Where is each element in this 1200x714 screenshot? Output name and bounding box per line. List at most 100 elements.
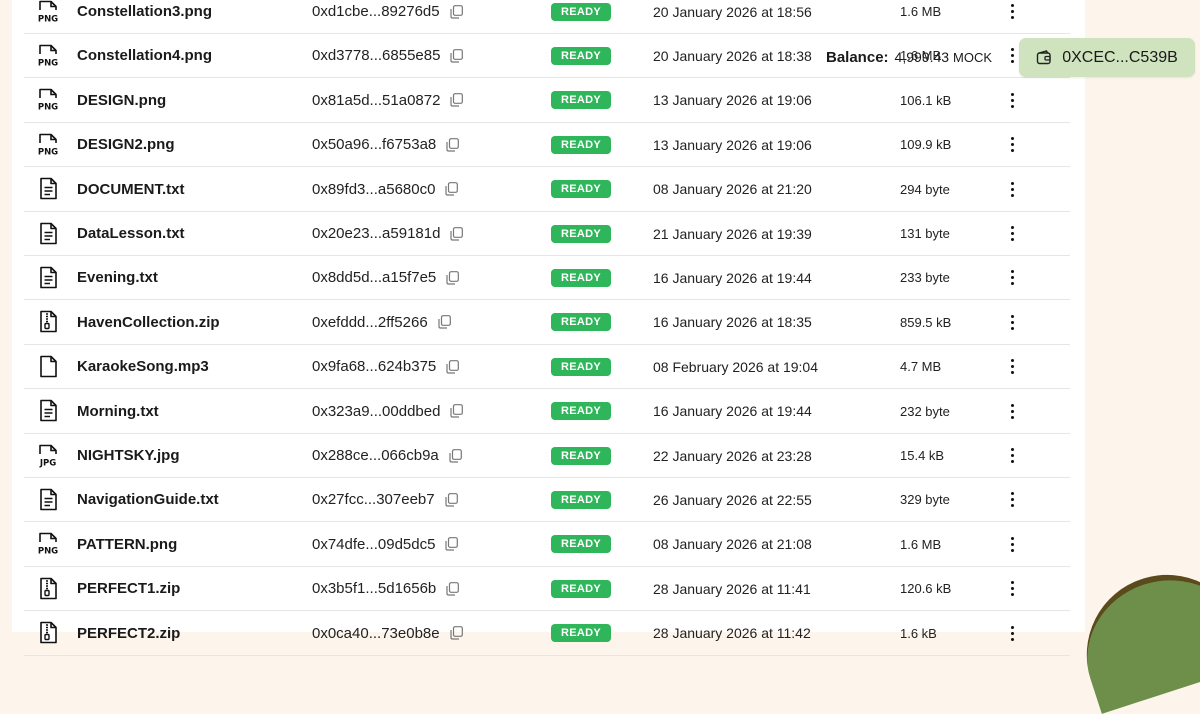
row-menu[interactable] [1002,345,1022,388]
file-hash-text: 0x20e23...a59181d [312,225,441,242]
zip-file-icon [36,612,62,655]
file-hash: 0x27fcc...307eeb7 [312,478,458,521]
file-row[interactable]: JPG NIGHTSKY.jpg 0x288ce...066cb9a READY… [24,434,1070,478]
row-menu[interactable] [1002,301,1022,344]
file-name[interactable]: Constellation4.png [77,34,212,77]
file-status: READY [551,256,611,299]
file-size: 329 byte [900,492,950,508]
file-row[interactable]: NavigationGuide.txt 0x27fcc...307eeb7 RE… [24,478,1070,523]
copy-icon[interactable] [446,137,460,152]
file-hash: 0x8dd5d...a15f7e5 [312,256,460,299]
file-row[interactable]: PNG PATTERN.png 0x74dfe...09d5dc5 READY … [24,523,1070,567]
copy-icon[interactable] [445,537,459,551]
copy-icon[interactable] [450,404,464,418]
more-options-icon[interactable] [1007,400,1018,423]
copy-icon[interactable] [450,48,464,63]
file-name[interactable]: HavenCollection.zip [77,301,220,344]
file-name[interactable]: PERFECT2.zip [77,612,180,655]
more-options-icon[interactable] [1007,355,1018,378]
row-menu[interactable] [1002,79,1022,122]
more-options-icon[interactable] [1007,178,1018,201]
row-menu[interactable] [1002,123,1022,166]
more-options-icon[interactable] [1007,44,1018,67]
file-name[interactable]: DESIGN.png [77,79,166,122]
copy-icon[interactable] [450,226,464,241]
more-options-icon[interactable] [1007,622,1018,645]
more-options-icon[interactable] [1007,133,1018,156]
file-row[interactable]: DataLesson.txt 0x20e23...a59181d READY 2… [24,212,1070,256]
row-menu[interactable] [1002,434,1022,477]
copy-icon[interactable] [450,4,463,19]
file-hash-text: 0x27fcc...307eeb7 [312,491,435,509]
file-hash: 0x89fd3...a5680c0 [312,168,459,211]
file-date: 21 January 2026 at 19:39 [653,225,812,242]
file-row[interactable]: Morning.txt 0x323a9...00ddbed READY 16 J… [24,390,1070,434]
row-menu[interactable] [1002,612,1022,655]
file-date: 08 February 2026 at 19:04 [653,358,819,375]
file-row[interactable]: DOCUMENT.txt 0x89fd3...a5680c0 READY 08 … [24,168,1070,212]
file-name[interactable]: NavigationGuide.txt [77,478,219,521]
file-status: READY [551,390,611,433]
row-menu[interactable] [1002,168,1022,211]
file-row[interactable]: PNG DESIGN.png 0x81a5d...51a0872 READY 1… [24,79,1070,123]
svg-text:PNG: PNG [38,103,58,113]
row-menu[interactable] [1002,523,1022,566]
file-row[interactable]: PNG DESIGN2.png 0x50a96...f6753a8 READY … [24,123,1070,168]
file-size: 109.9 kB [900,137,952,153]
file-name[interactable]: PERFECT1.zip [77,567,180,610]
row-menu[interactable] [1002,212,1022,255]
row-menu[interactable] [1002,567,1022,610]
row-menu[interactable] [1002,390,1022,433]
more-options-icon[interactable] [1007,311,1018,334]
file-name[interactable]: PATTERN.png [77,523,177,566]
png-file-icon: PNG [36,79,62,122]
file-name[interactable]: DOCUMENT.txt [77,168,185,211]
row-menu[interactable] [1002,0,1022,33]
file-name[interactable]: DESIGN2.png [77,123,175,166]
file-name[interactable]: Morning.txt [77,390,159,433]
file-row[interactable]: PERFECT1.zip 0x3b5f1...5d1656b READY 28 … [24,567,1070,612]
copy-icon[interactable] [446,270,460,285]
copy-icon[interactable] [446,581,460,596]
file-size: 131 byte [900,226,950,241]
status-badge: READY [551,46,611,65]
balance-label: Balance: [826,48,889,66]
file-name[interactable]: KaraokeSong.mp3 [77,345,209,388]
copy-icon[interactable] [445,182,459,196]
text-file-icon [36,390,62,433]
file-row[interactable]: KaraokeSong.mp3 0x9fa68...624b375 READY … [24,345,1070,390]
file-hash: 0x20e23...a59181d [312,212,464,255]
more-options-icon[interactable] [1007,488,1018,511]
file-hash: 0x9fa68...624b375 [312,345,460,388]
more-options-icon[interactable] [1007,577,1018,600]
copy-icon[interactable] [446,359,460,374]
more-options-icon[interactable] [1007,222,1018,245]
more-options-icon[interactable] [1007,0,1018,23]
file-row[interactable]: PERFECT2.zip 0x0ca40...73e0b8e READY 28 … [24,612,1070,656]
file-name[interactable]: Evening.txt [77,256,158,299]
file-hash-text: 0xd1cbe...89276d5 [312,3,440,20]
copy-icon[interactable] [444,492,458,507]
more-options-icon[interactable] [1007,266,1018,289]
wallet-address-button[interactable]: 0XCEC...C539B [1019,38,1195,77]
row-menu[interactable] [1002,478,1022,521]
file-name[interactable]: NIGHTSKY.jpg [77,434,180,477]
copy-icon[interactable] [449,448,462,463]
more-options-icon[interactable] [1007,533,1018,556]
copy-icon[interactable] [450,626,463,640]
row-menu[interactable] [1002,256,1022,299]
file-name[interactable]: Constellation3.png [77,0,212,33]
status-badge: READY [551,357,611,376]
copy-icon[interactable] [438,315,451,329]
file-hash-text: 0x81a5d...51a0872 [312,91,441,109]
file-status: READY [551,567,611,610]
svg-text:PNG: PNG [38,147,58,157]
file-row[interactable]: Evening.txt 0x8dd5d...a15f7e5 READY 16 J… [24,256,1070,301]
file-name[interactable]: DataLesson.txt [77,212,185,255]
more-options-icon[interactable] [1007,89,1018,112]
more-options-icon[interactable] [1007,444,1018,467]
file-row[interactable]: HavenCollection.zip 0xefddd...2ff5266 RE… [24,301,1070,345]
file-row[interactable]: PNG Constellation3.png 0xd1cbe...89276d5… [24,0,1070,34]
svg-text:JPG: JPG [39,458,56,468]
copy-icon[interactable] [450,93,464,107]
